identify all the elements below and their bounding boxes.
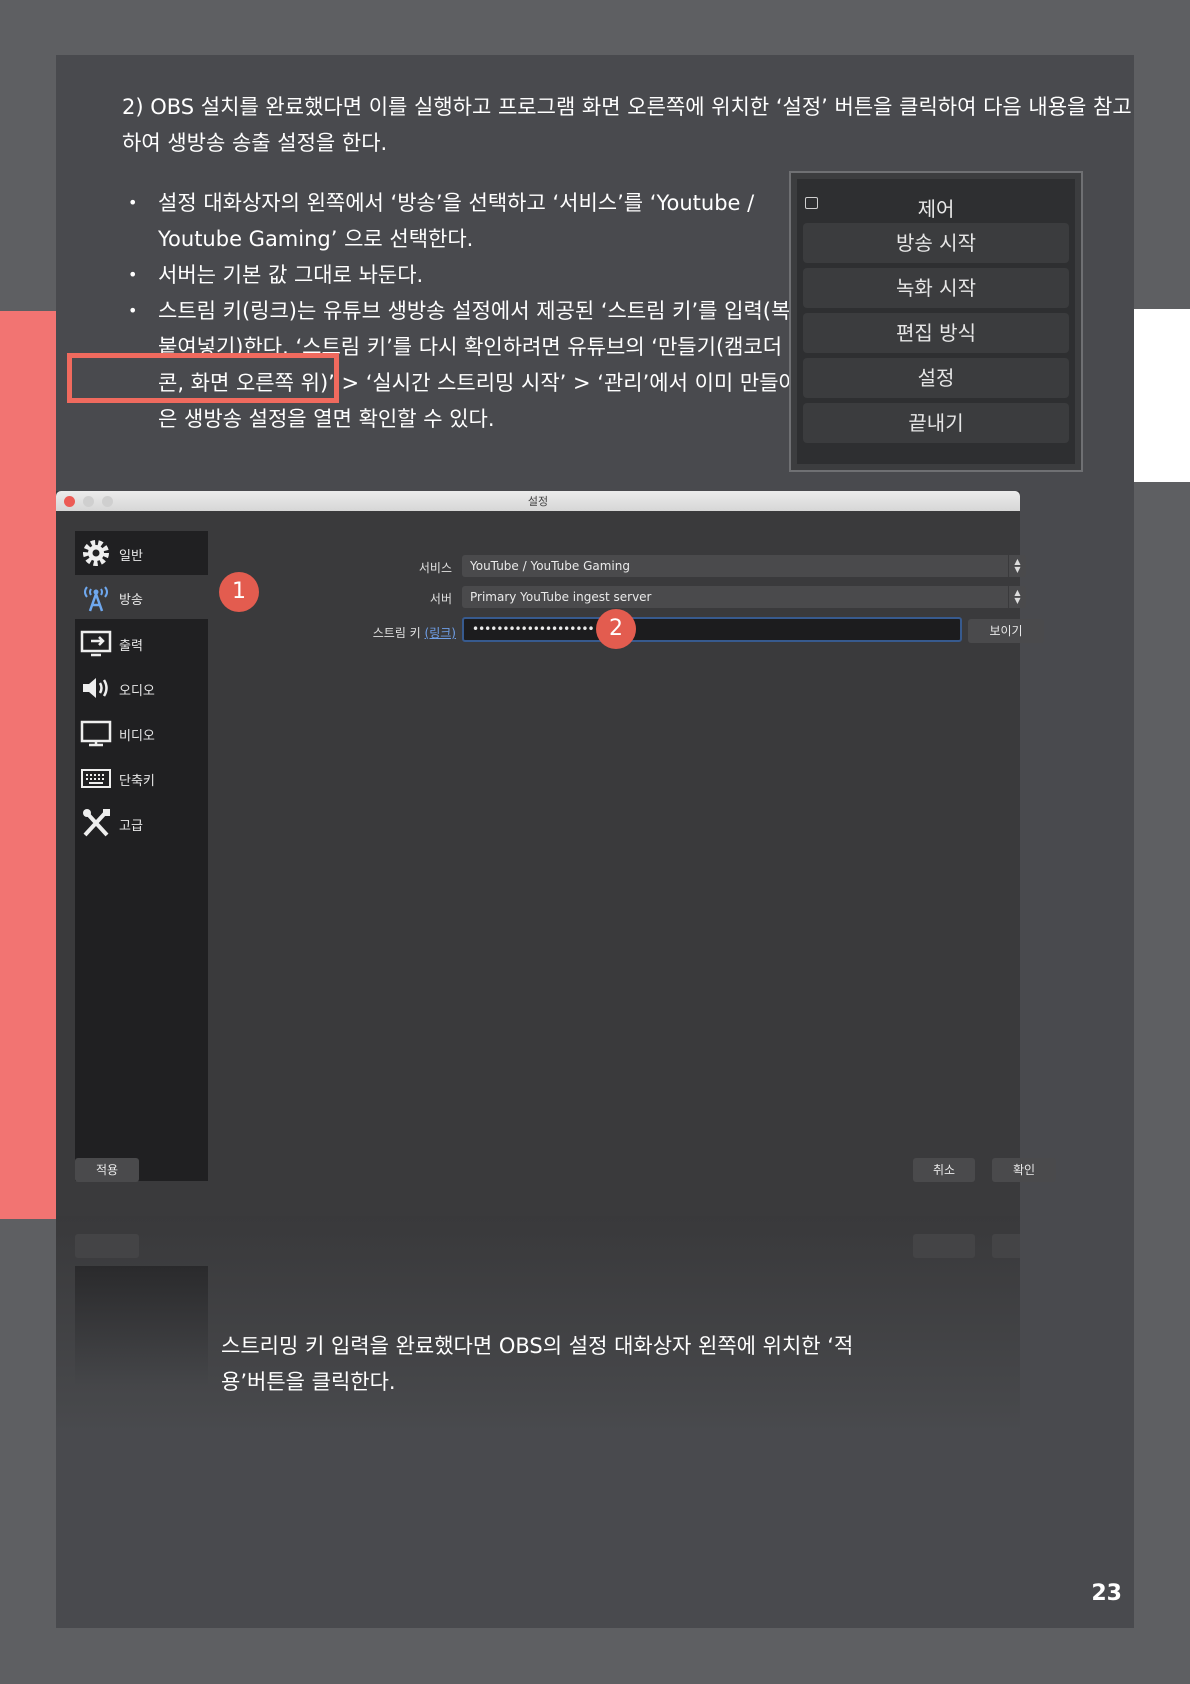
settings-sidebar: 일반 방송 출력 오디오 비디오 단축키 고급 <box>75 531 208 1181</box>
list-item: 설정 대화상자의 왼쪽에서 ‘방송’을 선택하고 ‘서비스’를 ‘Youtube… <box>122 185 830 257</box>
reflected-apply-button <box>75 1234 139 1258</box>
keyboard-icon <box>81 769 111 788</box>
ok-button[interactable]: 확인 <box>992 1158 1056 1182</box>
page-number: 23 <box>1091 1581 1122 1606</box>
step-badge-1: 1 <box>219 572 259 612</box>
service-select[interactable]: YouTube / YouTube Gaming ▲ ▼ <box>462 555 1026 577</box>
sidebar-item-output[interactable]: 출력 <box>75 621 208 665</box>
intro-paragraph: 2) OBS 설치를 완료했다면 이를 실행하고 프로그램 화면 오른쪽에 위치… <box>122 95 1132 155</box>
stream-key-label-text: 스트림 키 <box>372 626 421 640</box>
window-title: 설정 <box>527 495 549 508</box>
reflected-sidebar <box>75 1266 208 1386</box>
sidebar-item-stream[interactable]: 방송 <box>75 575 208 619</box>
list-item: 서버는 기본 값 그대로 놔둔다. <box>122 257 830 293</box>
sidebar-item-label: 단축키 <box>119 774 155 789</box>
start-streaming-button[interactable]: 방송 시작 <box>803 223 1069 263</box>
step-badge-2: 2 <box>596 609 636 649</box>
broadcast-tower-icon <box>84 586 108 612</box>
sidebar-item-video[interactable]: 비디오 <box>75 711 208 755</box>
settings-highlight-box <box>67 353 339 403</box>
cancel-button[interactable]: 취소 <box>913 1158 975 1182</box>
server-label: 서버 <box>429 592 452 606</box>
caption-text: 스트리밍 키 입력을 완료했다면 OBS의 설정 대화상자 왼쪽에 위치한 ‘적… <box>221 1334 854 1394</box>
select-arrows-icon: ▲ ▼ <box>1008 586 1026 608</box>
sidebar-item-hotkeys[interactable]: 단축키 <box>75 756 208 800</box>
stream-key-label: 스트림 키 (링크) <box>306 624 456 641</box>
gear-icon <box>83 540 109 566</box>
sidebar-item-label: 출력 <box>119 639 143 654</box>
reflected-cancel-button <box>913 1234 975 1258</box>
sidebar-item-label: 비디오 <box>119 729 155 744</box>
monitor-icon <box>80 720 112 747</box>
settings-button[interactable]: 설정 <box>803 358 1069 398</box>
server-value: Primary YouTube ingest server <box>470 590 652 604</box>
sidebar-item-label: 방송 <box>119 593 143 608</box>
accent-bar-left <box>0 311 56 1219</box>
apply-button[interactable]: 적용 <box>75 1158 139 1182</box>
tools-icon <box>83 809 110 837</box>
speaker-icon <box>83 678 108 698</box>
studio-mode-button[interactable]: 편집 방식 <box>803 313 1069 353</box>
accent-bar-right <box>1134 309 1190 482</box>
start-recording-button[interactable]: 녹화 시작 <box>803 268 1069 308</box>
sidebar-item-audio[interactable]: 오디오 <box>75 666 208 710</box>
dock-title: 제어 <box>917 197 955 221</box>
sidebar-item-general[interactable]: 일반 <box>75 531 208 575</box>
show-key-button[interactable]: 보이기 <box>968 619 1044 643</box>
sidebar-item-label: 일반 <box>119 549 143 564</box>
reflected-ok-button <box>992 1234 1020 1258</box>
settings-window: 설정 일반 방송 출력 오디오 비디오 단축키 고급 1 서비스 YouTube… <box>56 491 1056 1216</box>
stream-key-input[interactable]: •••••••••••••••••••• <box>462 617 962 642</box>
window-titlebar: 설정 <box>56 491 1020 511</box>
monitor-output-icon <box>80 630 112 657</box>
service-value: YouTube / YouTube Gaming <box>470 559 630 573</box>
server-select[interactable]: Primary YouTube ingest server ▲ ▼ <box>462 586 1026 608</box>
select-arrows-icon: ▲ ▼ <box>1008 555 1026 577</box>
exit-button[interactable]: 끝내기 <box>803 403 1069 443</box>
controls-dock: 제어 방송 시작 녹화 시작 편집 방식 설정 끝내기 <box>789 171 1083 472</box>
sidebar-item-advanced[interactable]: 고급 <box>75 801 208 845</box>
service-label: 서비스 <box>418 561 452 575</box>
stream-key-link[interactable]: (링크) <box>425 626 456 640</box>
sidebar-item-label: 오디오 <box>119 684 155 699</box>
sidebar-item-label: 고급 <box>119 819 143 834</box>
